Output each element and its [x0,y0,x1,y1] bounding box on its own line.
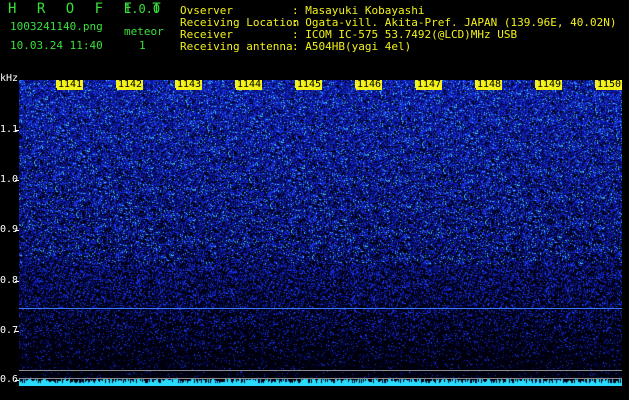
spectrogram-canvas [19,80,622,386]
capture-datetime: 10.03.24 11:40 [10,39,103,52]
x-tick-label: 1143 [176,79,203,90]
antenna-label: Receiving antenna [180,40,293,53]
spectrogram [19,80,622,386]
x-tick-label: 1149 [536,79,563,90]
meteor-label: meteor [124,25,164,38]
x-tick-label: 1146 [356,79,383,90]
y-tick [15,331,19,332]
y-tick [15,380,19,381]
x-tick-label: 1144 [236,79,263,90]
app-version: 1.0.0 [124,2,161,16]
meteor-count: 1 [139,39,146,52]
antenna-value: : A504HB(yagi 4el) [292,40,412,53]
y-tick [15,281,19,282]
x-tick-label: 1145 [296,79,323,90]
x-tick-label: 1150 [596,79,623,90]
x-tick-label: 1147 [416,79,443,90]
x-tick-label: 1148 [476,79,503,90]
reference-line [19,370,622,371]
x-tick-label: 1142 [117,79,144,90]
y-axis-unit: kHz [0,73,19,84]
y-tick [15,230,19,231]
y-tick [15,130,19,131]
y-tick [15,180,19,181]
reference-line [19,378,622,379]
header: H R O F F T 1.0.0 1003241140.png meteor … [0,0,629,78]
file-name: 1003241140.png [10,20,103,33]
carrier-line [19,308,622,309]
x-tick-label: 1141 [57,79,84,90]
